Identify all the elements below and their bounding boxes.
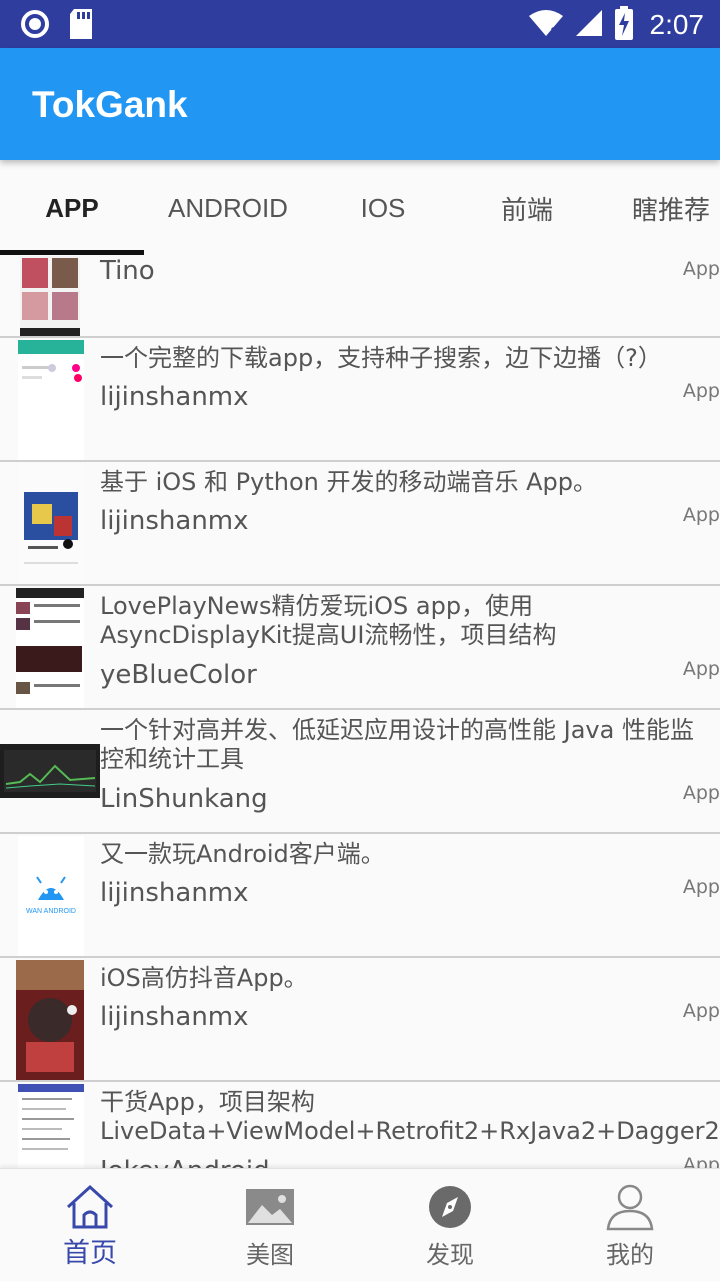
item-title: 基于 iOS 和 Python 开发的移动端音乐 App。 [100,468,598,496]
item-author: Tino [100,256,155,286]
item-title: 一个完整的下载app，支持种子搜索，边下边播（?） [100,344,662,372]
list-item[interactable]: WAN ANDROID 又一款玩Android客户端。 lijinshanmx … [0,834,720,958]
nav-home[interactable]: 首页 [0,1169,180,1281]
item-type: App [682,782,720,804]
list-item[interactable]: 基于 iOS 和 Python 开发的移动端音乐 App。 lijinshanm… [0,462,720,586]
sd-card-icon [68,8,94,44]
tab-android[interactable]: ANDROID [144,160,312,256]
project-thumbnail [18,464,84,584]
list-item[interactable]: iOS高仿抖音App。 lijinshanmx App [0,958,720,1082]
battery-charging-icon [614,6,634,44]
project-thumbnail [0,744,100,798]
project-thumbnail: WAN ANDROID [18,836,84,956]
android-logo-icon: WAN ANDROID [26,876,76,915]
person-icon [604,1183,656,1231]
nav-gallery-label: 美图 [246,1241,294,1269]
item-type: App [682,1154,720,1168]
list-item[interactable]: LovePlayNews精仿爱玩iOS app，使用AsyncDisplayKi… [0,586,720,710]
tab-bar: APP ANDROID IOS 前端 瞎推荐 [0,160,720,256]
item-author: lijinshanmx [100,1002,249,1032]
wifi-icon [528,8,564,42]
project-thumbnail [18,1084,84,1168]
item-type: App [682,380,720,402]
nav-discover[interactable]: 发现 [360,1169,540,1281]
home-icon [64,1183,116,1231]
item-title: 一个针对高并发、低延迟应用设计的高性能 Java 性能监控和统计工具 [100,716,694,773]
image-icon [244,1183,296,1231]
project-thumbnail [16,960,84,1080]
item-author: LinShunkang [100,784,268,814]
signal-icon [574,8,604,42]
item-author: JokeyAndroid [100,1156,270,1168]
nav-profile-label: 我的 [606,1241,654,1269]
item-author: lijinshanmx [100,878,249,908]
notification-circle-icon [20,9,50,43]
item-type: App [682,1000,720,1022]
item-author: yeBlueColor [100,660,257,690]
list-item[interactable]: 一个针对高并发、低延迟应用设计的高性能 Java 性能监控和统计工具 LinSh… [0,710,720,834]
item-title: LovePlayNews精仿爱玩iOS app，使用AsyncDisplayKi… [100,592,557,649]
item-type: App [682,504,720,526]
project-thumbnail [16,588,84,708]
item-author: lijinshanmx [100,382,249,412]
item-title: 干货App，项目架构LiveData+ViewModel+Retrofit2+R… [100,1088,720,1145]
item-title: 又一款玩Android客户端。 [100,840,385,868]
nav-gallery[interactable]: 美图 [180,1169,360,1281]
tab-ios[interactable]: IOS [312,160,454,256]
tab-app[interactable]: APP [0,160,144,256]
item-title: iOS高仿抖音App。 [100,964,308,992]
list-item[interactable]: 一个完整的下载app，支持种子搜索，边下边播（?） lijinshanmx Ap… [0,338,720,462]
project-thumbnail [18,340,84,460]
project-list[interactable]: Tino App 一个完整的下载app，支持种子搜索，边下边播（?） lijin… [0,256,720,1168]
status-bar: 2:07 [0,0,720,48]
item-type: App [682,658,720,680]
nav-home-label: 首页 [63,1238,117,1269]
app-bar: TokGank [0,48,720,160]
list-item[interactable]: Tino App [0,256,720,338]
app-title: TokGank [32,84,188,125]
status-time: 2:07 [649,9,705,40]
tab-indicator [0,250,144,255]
tab-recommend[interactable]: 瞎推荐 [600,160,720,256]
bottom-navigation: 首页 美图 发现 我的 [0,1168,720,1281]
item-type: App [682,876,720,898]
nav-discover-label: 发现 [426,1241,474,1269]
list-item[interactable]: 干货App，项目架构LiveData+ViewModel+Retrofit2+R… [0,1082,720,1168]
nav-profile[interactable]: 我的 [540,1169,720,1281]
svg-text:WAN ANDROID: WAN ANDROID [26,908,76,915]
tab-frontend[interactable]: 前端 [454,160,600,256]
item-type: App [682,258,720,280]
item-author: lijinshanmx [100,506,249,536]
project-thumbnail [20,256,80,336]
compass-icon [424,1183,476,1231]
